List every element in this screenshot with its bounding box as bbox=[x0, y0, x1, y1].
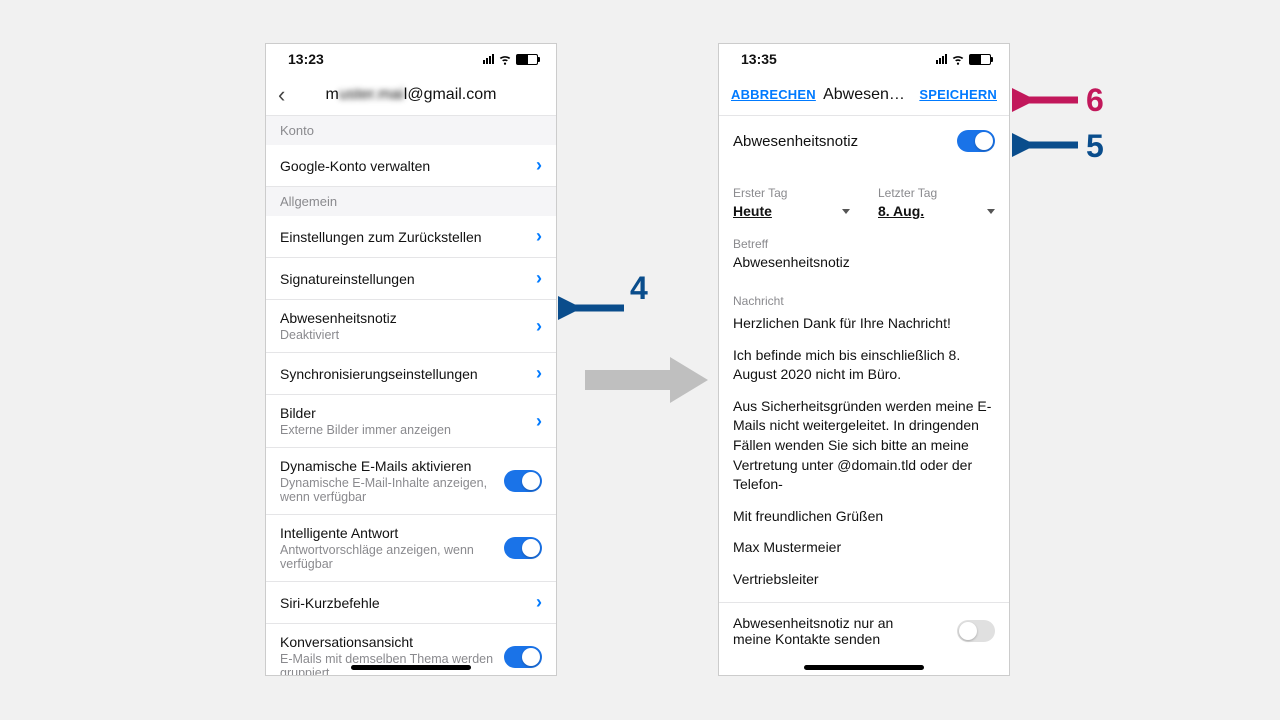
signal-icon bbox=[483, 54, 494, 64]
annotation-5: 5 bbox=[1086, 128, 1104, 165]
row-dynamische-emails[interactable]: Dynamische E-Mails aktivieren Dynamische… bbox=[266, 448, 556, 515]
status-bar: 13:35 bbox=[719, 44, 1009, 74]
home-indicator bbox=[804, 665, 924, 670]
betreff-value[interactable]: Abwesenheitsnotiz bbox=[733, 254, 995, 270]
chevron-right-icon: › bbox=[536, 411, 542, 432]
wifi-icon bbox=[498, 52, 512, 66]
row-siri[interactable]: Siri-Kurzbefehle › bbox=[266, 582, 556, 624]
battery-icon bbox=[969, 54, 991, 65]
row-bilder[interactable]: Bilder Externe Bilder immer anzeigen › bbox=[266, 395, 556, 448]
back-button[interactable]: ‹ bbox=[278, 82, 298, 108]
save-button[interactable]: Speichern bbox=[915, 87, 997, 102]
toggle-abwesenheitsnotiz[interactable] bbox=[957, 130, 995, 152]
wifi-icon bbox=[951, 52, 965, 66]
dropdown-icon bbox=[987, 209, 995, 214]
status-bar: 13:23 bbox=[266, 44, 556, 74]
section-header-konto: Konto bbox=[266, 116, 556, 145]
status-time: 13:35 bbox=[741, 51, 777, 67]
page-title: Abwesen… bbox=[813, 86, 915, 104]
toggle-only-contacts[interactable] bbox=[957, 620, 995, 642]
chevron-right-icon: › bbox=[536, 316, 542, 337]
status-indicators bbox=[936, 52, 991, 66]
chevron-right-icon: › bbox=[536, 268, 542, 289]
arrow-4 bbox=[558, 293, 628, 323]
row-sync[interactable]: Synchronisierungseinstellungen › bbox=[266, 353, 556, 395]
row-einstellungen-zurueck[interactable]: Einstellungen zum Zurückstellen › bbox=[266, 216, 556, 258]
row-abwesenheitsnotiz[interactable]: Abwesenheitsnotiz Deaktiviert › bbox=[266, 300, 556, 353]
betreff-label: Betreff bbox=[733, 237, 995, 251]
status-time: 13:23 bbox=[288, 51, 324, 67]
section-header-allgemein: Allgemein bbox=[266, 187, 556, 216]
transition-arrow-icon bbox=[580, 355, 710, 405]
arrow-5 bbox=[1012, 130, 1082, 160]
nachricht-body[interactable]: Herzlichen Dank für Ihre Nachricht! Ich … bbox=[733, 314, 995, 590]
toggle-smart-reply[interactable] bbox=[504, 537, 542, 559]
signal-icon bbox=[936, 54, 947, 64]
nav-bar: ‹ muster.mail@gmail.com bbox=[266, 74, 556, 116]
row-intelligente-antwort[interactable]: Intelligente Antwort Antwortvorschläge a… bbox=[266, 515, 556, 582]
row-signatur[interactable]: Signatureinstellungen › bbox=[266, 258, 556, 300]
chevron-right-icon: › bbox=[536, 363, 542, 384]
row-google-konto[interactable]: Google-Konto verwalten › bbox=[266, 145, 556, 187]
status-indicators bbox=[483, 52, 538, 66]
first-day-field[interactable]: Erster Tag Heute bbox=[733, 174, 850, 219]
annotation-4: 4 bbox=[630, 270, 648, 307]
dropdown-icon bbox=[842, 209, 850, 214]
nachricht-label: Nachricht bbox=[733, 294, 995, 308]
row-abw-toggle: Abwesenheitsnotiz bbox=[719, 116, 1009, 166]
annotation-6: 6 bbox=[1086, 82, 1104, 119]
chevron-right-icon: › bbox=[536, 155, 542, 176]
chevron-right-icon: › bbox=[536, 592, 542, 613]
home-indicator bbox=[351, 665, 471, 670]
toggle-konversation[interactable] bbox=[504, 646, 542, 668]
chevron-right-icon: › bbox=[536, 226, 542, 247]
battery-icon bbox=[516, 54, 538, 65]
nav-bar: Abbrechen Abwesen… Speichern bbox=[719, 74, 1009, 116]
arrow-6 bbox=[1012, 85, 1082, 115]
last-day-field[interactable]: Letzter Tag 8. Aug. bbox=[878, 174, 995, 219]
abwesenheit-screen: 13:35 Abbrechen Abwesen… Speichern Abwes… bbox=[718, 43, 1010, 676]
page-title: muster.mail@gmail.com bbox=[298, 86, 524, 104]
row-only-contacts: Abwesenheitsnotiz nur an meine Kontakte … bbox=[719, 602, 1009, 647]
cancel-button[interactable]: Abbrechen bbox=[731, 87, 813, 102]
toggle-dyn-emails[interactable] bbox=[504, 470, 542, 492]
settings-screen: 13:23 ‹ muster.mail@gmail.com Konto Goog… bbox=[265, 43, 557, 676]
